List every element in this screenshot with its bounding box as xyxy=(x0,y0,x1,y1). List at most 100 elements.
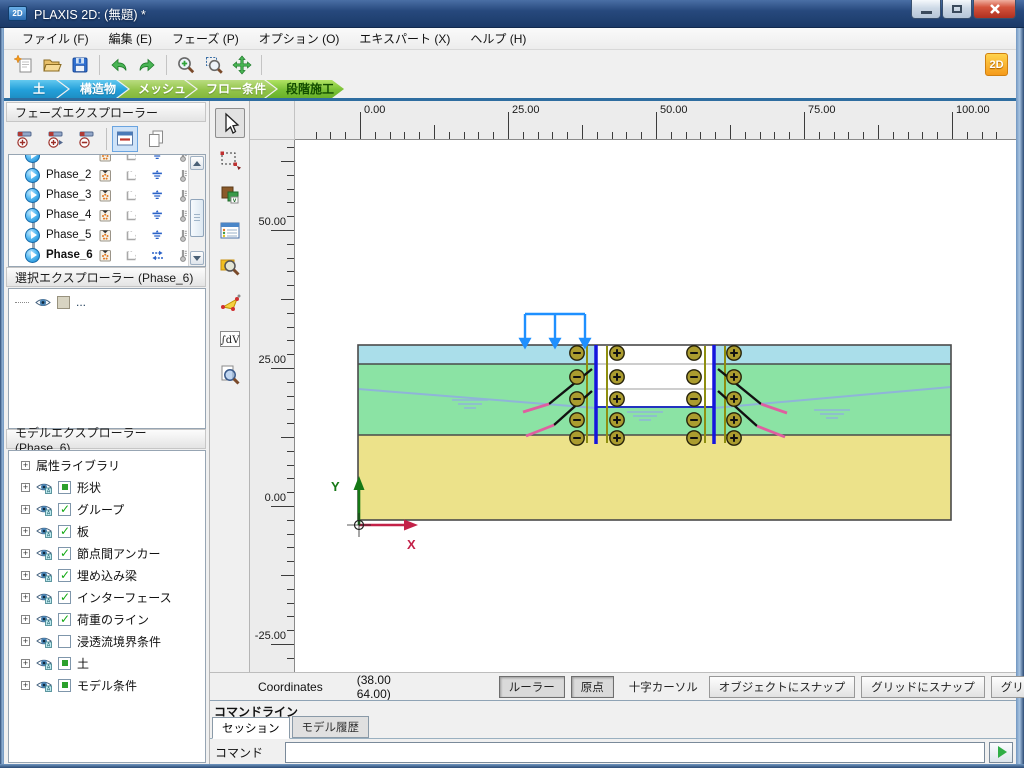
zoom-extents-button[interactable] xyxy=(202,53,226,77)
visibility-eye-icon[interactable]: A xyxy=(36,635,52,648)
delete-phase-button[interactable] xyxy=(74,126,100,152)
tree-checkbox[interactable] xyxy=(58,503,71,516)
model-tree-item[interactable]: A グループ xyxy=(9,498,205,520)
selection-checkbox[interactable] xyxy=(57,296,70,309)
phase-row-partial[interactable] xyxy=(9,155,188,165)
maximize-button[interactable] xyxy=(942,0,972,19)
select-tool-button[interactable] xyxy=(215,108,245,138)
workflow-tab[interactable]: 土 xyxy=(10,80,68,98)
scroll-down-button[interactable] xyxy=(190,251,204,265)
expand-icon[interactable] xyxy=(21,637,30,646)
menu-item[interactable]: オプション (O) xyxy=(249,28,350,49)
model-tree-item[interactable]: A 形状 xyxy=(9,476,205,498)
status-toggle-button[interactable]: グリッド xyxy=(991,676,1024,698)
zoom-selection-tool-button[interactable] xyxy=(215,360,245,390)
model-tree-item[interactable]: A 節点間アンカー xyxy=(9,542,205,564)
status-toggle-button[interactable]: 原点 xyxy=(571,676,614,698)
model-tree-item[interactable]: A 浸透流境界条件 xyxy=(9,630,205,652)
phase-row[interactable]: Phase_4 xyxy=(9,205,188,225)
phase-row[interactable]: Phase_2 xyxy=(9,165,188,185)
volume-integral-tool-button[interactable]: ∫dV xyxy=(215,324,245,354)
status-toggle-button[interactable]: 十字カーソル xyxy=(620,677,707,697)
model-tree-item[interactable]: A モデル条件 xyxy=(9,674,205,696)
phase-play-icon[interactable] xyxy=(25,248,40,263)
visibility-eye-icon[interactable]: A xyxy=(36,525,52,538)
insert-phase-button[interactable] xyxy=(43,126,69,152)
tree-checkbox[interactable] xyxy=(58,547,71,560)
tree-checkbox[interactable] xyxy=(58,613,71,626)
visibility-eye-icon[interactable]: A xyxy=(36,481,52,494)
workflow-tab[interactable]: 段階施工 xyxy=(266,80,344,98)
visibility-eye-icon[interactable]: A xyxy=(36,613,52,626)
tree-checkbox[interactable] xyxy=(58,591,71,604)
status-toggle-button[interactable]: ルーラー xyxy=(499,676,565,698)
expand-icon[interactable] xyxy=(21,681,30,690)
add-phase-button[interactable] xyxy=(12,126,38,152)
visibility-eye-icon[interactable]: A xyxy=(36,679,52,692)
menu-item[interactable]: 編集 (E) xyxy=(99,28,162,49)
soil-materials-tool-button[interactable]: v xyxy=(215,180,245,210)
phase-play-icon[interactable] xyxy=(25,168,40,183)
scroll-up-button[interactable] xyxy=(190,156,204,170)
minimize-button[interactable] xyxy=(911,0,941,19)
workflow-tab[interactable]: 構造物 xyxy=(58,80,128,98)
expand-icon[interactable] xyxy=(21,505,30,514)
tree-checkbox[interactable] xyxy=(58,679,71,692)
undo-button[interactable] xyxy=(107,53,131,77)
expand-icon[interactable] xyxy=(21,461,30,470)
distributed-load[interactable] xyxy=(521,314,590,347)
pan-button[interactable] xyxy=(230,53,254,77)
polygon-select-tool-button[interactable] xyxy=(215,288,245,318)
new-project-button[interactable] xyxy=(12,53,36,77)
visibility-eye-icon[interactable]: A xyxy=(36,547,52,560)
run-command-button[interactable] xyxy=(989,742,1013,763)
command-input[interactable] xyxy=(285,742,985,763)
visibility-eye-icon[interactable]: A xyxy=(36,569,52,582)
zoom-object-tool-button[interactable] xyxy=(215,252,245,282)
tree-checkbox[interactable] xyxy=(58,657,71,670)
phase-play-icon[interactable] xyxy=(25,228,40,243)
expand-icon[interactable] xyxy=(21,527,30,536)
phase-play-icon[interactable] xyxy=(25,208,40,223)
phase-row[interactable]: Phase_5 xyxy=(9,225,188,245)
visibility-eye-icon[interactable]: A xyxy=(36,657,52,670)
menu-item[interactable]: フェーズ (P) xyxy=(162,28,249,49)
redo-button[interactable] xyxy=(135,53,159,77)
workflow-tab[interactable]: フロー条件 xyxy=(186,80,276,98)
expand-icon[interactable] xyxy=(21,483,30,492)
copy-phase-button[interactable] xyxy=(143,126,169,152)
phase-row[interactable]: Phase_6 xyxy=(9,245,188,265)
menu-item[interactable]: ファイル (F) xyxy=(12,28,99,49)
menu-item[interactable]: ヘルプ (H) xyxy=(460,28,536,49)
model-tree-item[interactable]: 属性ライブラリ xyxy=(9,454,205,476)
drawing-area[interactable]: X Y xyxy=(295,140,1016,672)
visibility-eye-icon[interactable] xyxy=(35,296,51,309)
model-tree-item[interactable]: A 板 xyxy=(9,520,205,542)
expand-icon[interactable] xyxy=(21,593,30,602)
open-project-button[interactable] xyxy=(40,53,64,77)
command-tab[interactable]: モデル履歴 xyxy=(292,716,370,738)
model-tree-item[interactable]: A 荷重のライン xyxy=(9,608,205,630)
phase-play-icon[interactable] xyxy=(25,188,40,203)
tree-checkbox[interactable] xyxy=(58,525,71,538)
expand-icon[interactable] xyxy=(21,659,30,668)
menu-item[interactable]: エキスパート (X) xyxy=(349,28,460,49)
command-tab[interactable]: セッション xyxy=(212,717,290,739)
model-tree-item[interactable]: A インターフェース xyxy=(9,586,205,608)
tree-checkbox[interactable] xyxy=(58,569,71,582)
edit-phase-button[interactable] xyxy=(112,126,138,152)
workflow-tab[interactable]: メッシュ xyxy=(118,80,196,98)
expand-icon[interactable] xyxy=(21,549,30,558)
expand-icon[interactable] xyxy=(21,615,30,624)
phases-window-tool-button[interactable] xyxy=(215,216,245,246)
visibility-eye-icon[interactable]: A xyxy=(36,503,52,516)
rectangle-select-tool-button[interactable] xyxy=(215,144,245,174)
phase-row[interactable]: Phase_3 xyxy=(9,185,188,205)
status-toggle-button[interactable]: グリッドにスナップ xyxy=(861,676,985,698)
zoom-in-button[interactable] xyxy=(174,53,198,77)
status-toggle-button[interactable]: オブジェクトにスナップ xyxy=(709,676,856,698)
visibility-eye-icon[interactable]: A xyxy=(36,591,52,604)
selection-item[interactable]: ... xyxy=(9,289,205,309)
phase-list-scrollbar[interactable] xyxy=(188,155,205,266)
model-tree-item[interactable]: A 土 xyxy=(9,652,205,674)
